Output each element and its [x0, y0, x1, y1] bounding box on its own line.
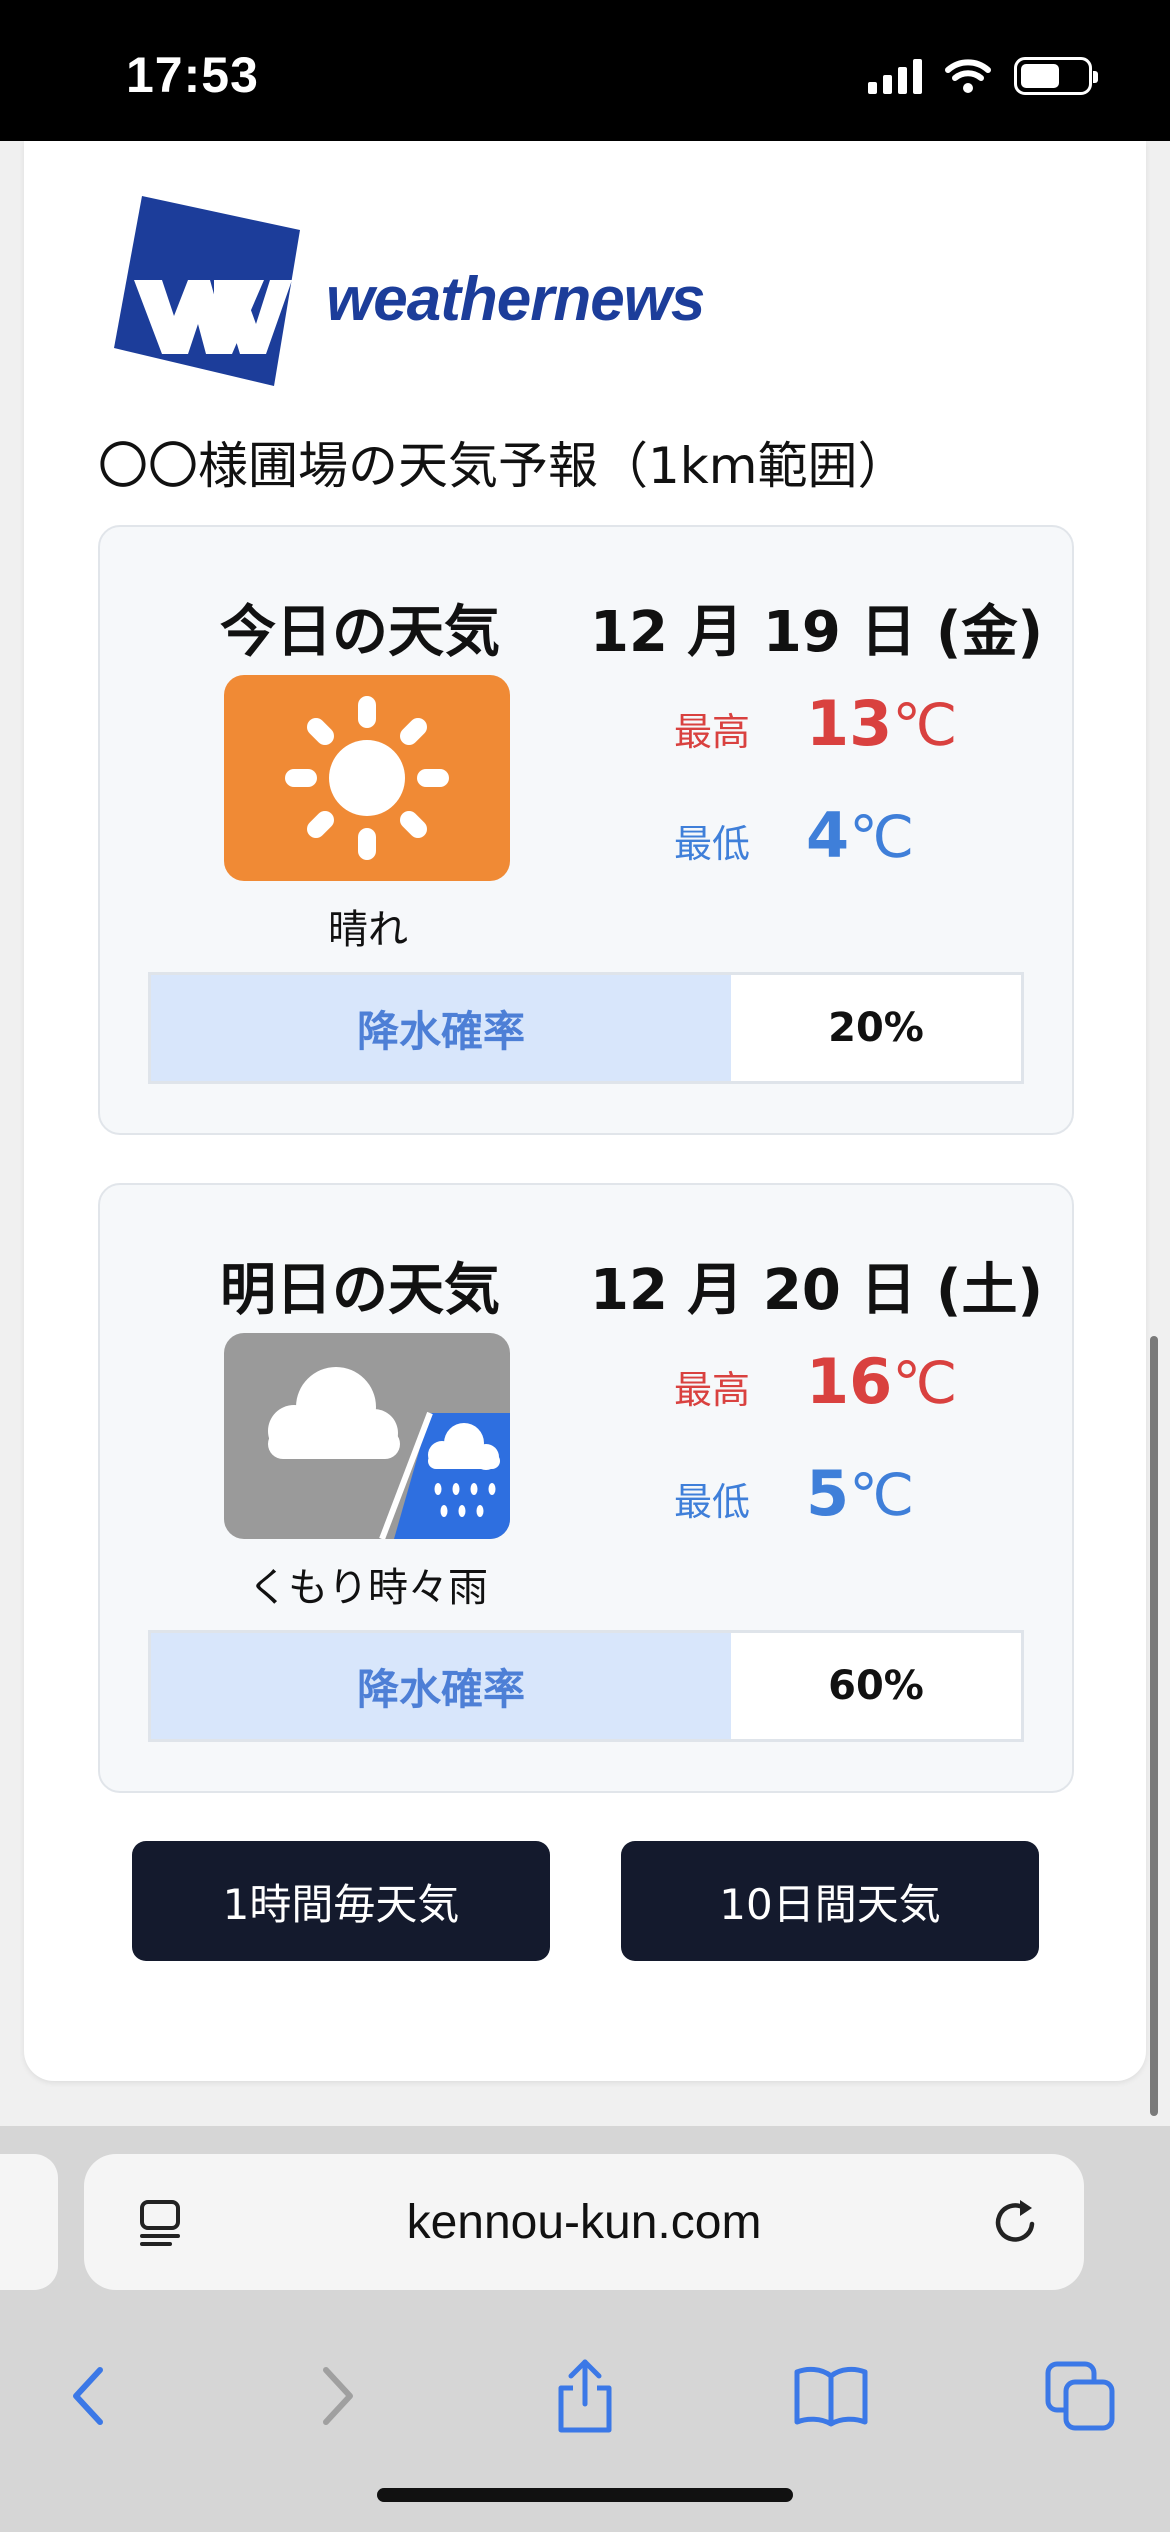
ten-day-weather-button[interactable]: 10日間天気 [621, 1841, 1039, 1961]
high-temp-row: 最高 16℃ [674, 1345, 957, 1418]
tabs-button[interactable] [1040, 2356, 1120, 2436]
logo-wordmark: weathernews [326, 265, 705, 334]
status-bar: 17:53 [0, 0, 1170, 141]
back-button[interactable] [48, 2356, 128, 2436]
page-scrollbar[interactable] [1150, 1336, 1158, 2116]
status-time: 17:53 [126, 47, 259, 103]
share-icon [558, 2359, 612, 2433]
precipitation-value: 60% [731, 1633, 1021, 1739]
chevron-left-icon [73, 2367, 103, 2425]
cloudy-occasional-rain-icon [224, 1333, 510, 1539]
status-icons [868, 56, 1098, 96]
home-indicator[interactable] [377, 2488, 793, 2502]
tabs-icon [1045, 2361, 1115, 2431]
day-label: 明日の天気 [220, 1258, 500, 1323]
wifi-icon [945, 59, 991, 93]
day-date: 12 月 19 日 (金) [590, 600, 1044, 665]
hourly-weather-button[interactable]: 1時間毎天気 [132, 1841, 550, 1961]
high-temp-row: 最高 13℃ [674, 687, 957, 760]
tomorrow-forecast-card: 明日の天気 12 月 20 日 (土) くもり時々雨 最高 16℃ 最低 5℃ … [98, 1183, 1074, 1793]
bookmarks-button[interactable] [791, 2356, 871, 2436]
wn-logo-mark-icon [114, 196, 300, 386]
low-temp-label: 最低 [674, 1480, 751, 1524]
address-bar[interactable]: kennou-kun.com [84, 2154, 1084, 2290]
cellular-signal-icon [868, 58, 922, 94]
precipitation-value: 20% [731, 975, 1021, 1081]
forecast-title: 〇〇様圃場の天気予報（1km範囲） [98, 437, 908, 495]
high-temp-label: 最高 [674, 1368, 751, 1412]
sunny-icon [224, 675, 510, 881]
reload-icon[interactable] [988, 2194, 1044, 2250]
precipitation-label: 降水確率 [151, 1633, 731, 1739]
day-date: 12 月 20 日 (土) [590, 1258, 1044, 1323]
weather-label: くもり時々雨 [248, 1565, 488, 1611]
web-page: weathernews 〇〇様圃場の天気予報（1km範囲） 今日の天気 12 月… [0, 141, 1170, 2126]
battery-icon [1014, 57, 1098, 95]
low-temp-value: 4℃ [806, 799, 915, 872]
low-temp-row: 最低 4℃ [674, 799, 914, 872]
forward-button[interactable] [298, 2356, 378, 2436]
chevron-right-icon [323, 2367, 353, 2425]
url-text: kennou-kun.com [406, 2195, 762, 2249]
precipitation-row: 降水確率 20% [148, 972, 1024, 1084]
book-icon [794, 2366, 868, 2427]
browser-toolbar [0, 2316, 1170, 2466]
precipitation-label: 降水確率 [151, 975, 731, 1081]
share-button[interactable] [545, 2356, 625, 2436]
high-temp-value: 13℃ [806, 687, 958, 760]
weather-widget: weathernews 〇〇様圃場の天気予報（1km範囲） 今日の天気 12 月… [24, 141, 1146, 2081]
browser-bottom-bar: kennou-kun.com [0, 2126, 1170, 2532]
weather-label: 晴れ [328, 907, 408, 953]
today-forecast-card: 今日の天気 12 月 19 日 (金) 晴れ 最高 13℃ 最低 4℃ 降水確率… [98, 525, 1074, 1135]
day-label: 今日の天気 [220, 600, 500, 665]
high-temp-value: 16℃ [806, 1345, 958, 1418]
weathernews-logo: weathernews [114, 196, 714, 386]
low-temp-value: 5℃ [806, 1457, 915, 1530]
low-temp-row: 最低 5℃ [674, 1457, 914, 1530]
high-temp-label: 最高 [674, 710, 751, 754]
precipitation-row: 降水確率 60% [148, 1630, 1024, 1742]
low-temp-label: 最低 [674, 822, 751, 866]
previous-tab-stub[interactable] [0, 2154, 58, 2290]
